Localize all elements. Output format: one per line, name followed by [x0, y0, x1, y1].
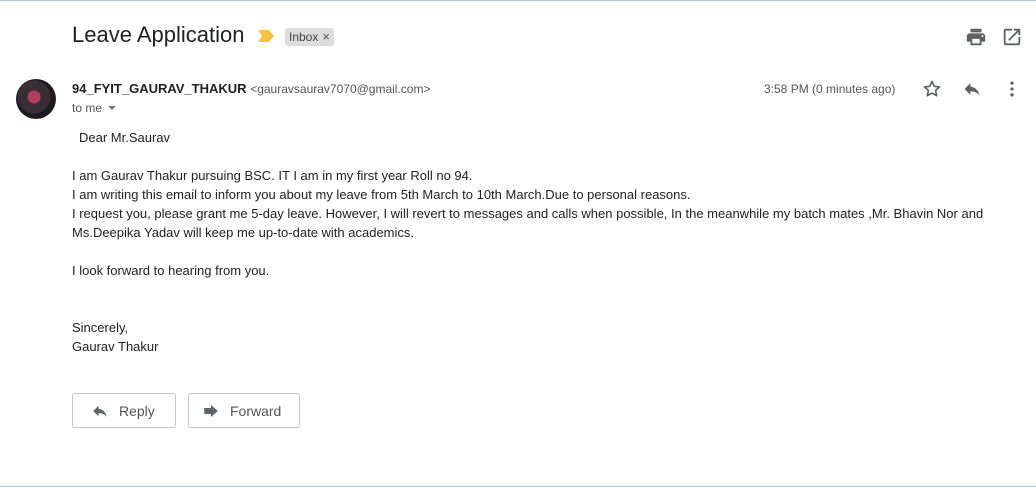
inbox-label-text: Inbox [289, 30, 319, 44]
sender-line: 94_FYIT_GAURAV_THAKUR <gauravsaurav7070@… [72, 81, 430, 96]
email-subject: Leave Application [72, 22, 245, 47]
importance-marker-icon[interactable] [258, 30, 274, 42]
print-icon[interactable] [965, 26, 987, 48]
more-options-icon[interactable] [1002, 79, 1022, 99]
star-icon[interactable] [922, 79, 942, 99]
inbox-label-chip[interactable]: Inbox × [285, 28, 334, 46]
closing: Sincerely, [72, 320, 129, 335]
forward-label: Forward [230, 402, 282, 419]
body-line-4: I look forward to hearing from you. [72, 263, 270, 278]
greeting: Dear Mr.Saurav [79, 130, 171, 145]
sender-avatar[interactable] [16, 79, 56, 119]
email-body: Dear Mr.Saurav I am Gaurav Thakur pursui… [72, 128, 1012, 356]
body-line-3: I request you, please grant me 5-day lea… [72, 206, 984, 240]
reply-button[interactable]: Reply [72, 393, 176, 428]
open-in-new-window-icon[interactable] [1001, 26, 1023, 48]
body-line-1: I am Gaurav Thakur pursuing BSC. IT I am… [72, 168, 473, 183]
email-timestamp: 3:58 PM (0 minutes ago) [764, 82, 896, 96]
body-line-2: I am writing this email to inform you ab… [72, 187, 691, 202]
recipient-details-toggle[interactable]: to me [72, 101, 117, 115]
recipient-text: to me [72, 101, 103, 115]
chevron-down-icon [108, 106, 117, 110]
forward-button[interactable]: Forward [188, 393, 300, 428]
reply-label: Reply [119, 402, 155, 419]
signature: Gaurav Thakur [72, 339, 159, 354]
remove-label-icon[interactable]: × [322, 28, 330, 46]
sender-name[interactable]: 94_FYIT_GAURAV_THAKUR [72, 81, 247, 96]
reply-icon[interactable] [962, 79, 982, 99]
sender-email: <gauravsaurav7070@gmail.com> [250, 82, 431, 96]
forward-arrow-icon [204, 404, 218, 417]
reply-arrow-icon [93, 405, 107, 417]
